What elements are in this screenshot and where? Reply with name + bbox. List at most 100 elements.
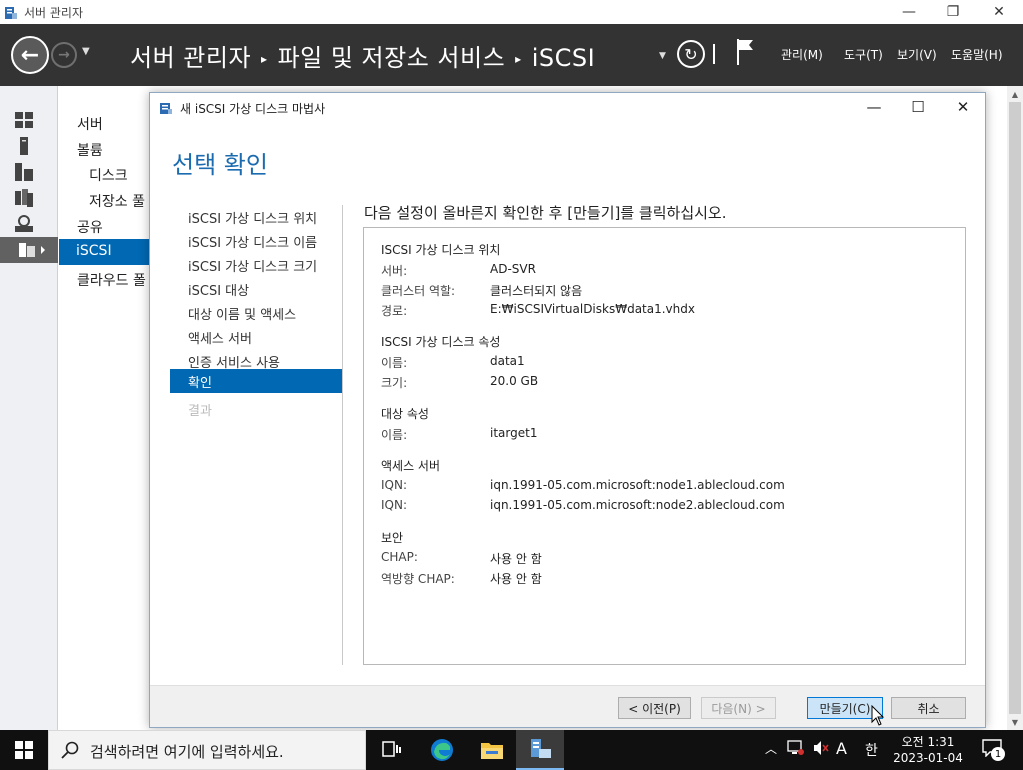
mouse-cursor-icon [871,704,885,731]
file-services-icon[interactable] [14,188,34,208]
summary-value: 클러스터되지 않음 [490,284,583,298]
breadcrumb-separator-icon: ▸ [261,52,268,66]
section-heading: 보안 [381,531,404,545]
server-manager-header: ← → ▼ 서버 관리자 ▸ 파일 및 저장소 서비스 ▸ iSCSI ▼ ↻ 관리(M… [0,24,1023,86]
nav-item-storage-pools[interactable]: 저장소 풀 [89,191,145,211]
next-button: 다음(N) > [701,697,776,719]
edge-browser-icon[interactable] [418,730,466,770]
breadcrumb-item[interactable]: 서버 관리자 [130,44,251,72]
nav-item-servers[interactable]: 서버 [77,114,103,134]
close-button[interactable]: ✕ [976,0,1022,24]
local-server-icon[interactable] [14,136,34,156]
server-manager-taskbar-icon[interactable] [516,730,564,770]
wizard-icon [159,100,173,119]
all-servers-icon[interactable] [14,162,34,182]
dialog-title: 새 iSCSI 가상 디스크 마법사 [180,102,326,116]
back-button[interactable]: ← [11,36,49,74]
network-icon[interactable] [787,740,805,760]
breadcrumb: 서버 관리자 ▸ 파일 및 저장소 서비스 ▸ iSCSI [130,38,595,73]
window-titlebar: 서버 관리자 — ❐ ✕ [0,0,1023,24]
task-view-icon[interactable] [368,730,416,770]
file-storage-services-icon[interactable] [0,237,58,263]
scroll-thumb[interactable] [1009,102,1021,714]
summary-key: IQN: [381,478,408,492]
taskbar-search-box[interactable]: 검색하려면 여기에 입력하세요. [48,730,366,770]
menu-manage[interactable]: 관리(M) [781,46,823,63]
storage-icon[interactable] [14,214,34,234]
step-disk-size[interactable]: iSCSI 가상 디스크 크기 [170,253,342,277]
dashboard-icon[interactable] [14,110,34,130]
nav-item-iscsi[interactable]: iSCSI [59,239,154,265]
file-explorer-icon[interactable] [468,730,516,770]
restore-button[interactable]: ❐ [930,0,976,24]
menu-tools[interactable]: 도구(T) [844,46,883,63]
server-manager-app-icon [4,5,18,19]
step-iscsi-target[interactable]: iSCSI 대상 [170,277,342,301]
nav-item-shares[interactable]: 공유 [77,217,103,237]
summary-value: 사용 안 함 [490,552,542,566]
summary-value: itarget1 [490,426,538,440]
step-confirmation[interactable]: 확인 [170,369,342,393]
step-access-servers[interactable]: 액세스 서버 [170,325,342,349]
dialog-close-button[interactable]: ✕ [943,95,983,119]
breadcrumb-item[interactable]: 파일 및 저장소 서비스 [278,44,506,72]
summary-key: 이름: [381,428,408,442]
chevron-up-icon[interactable]: ︿ [765,740,777,757]
taskbar: 검색하려면 여기에 입력하세요. ︿ A 한 오전 1:31 2023-01-0… [0,730,1023,770]
dialog-maximize-button[interactable]: ☐ [898,95,938,119]
summary-key: CHAP: [381,550,418,564]
step-target-name-access[interactable]: 대상 이름 및 액세스 [170,301,342,325]
cancel-button[interactable]: 취소 [891,697,966,719]
history-dropdown-icon[interactable]: ▼ [82,46,90,57]
summary-value: 20.0 GB [490,374,539,388]
icon-strip [0,86,58,730]
windows-start-icon[interactable] [0,730,48,770]
summary-key: 클러스터 역할: [381,284,456,298]
summary-key: IQN: [381,498,408,512]
nav-panel: 서버 볼륨 디스크 저장소 풀 공유 iSCSI 클라우드 폴 [59,86,154,730]
notification-center-icon[interactable]: 1 [982,739,1006,761]
summary-value: 사용 안 함 [490,572,542,586]
menu-help[interactable]: 도움말(H) [951,46,1003,63]
breadcrumb-separator-icon: ▸ [515,52,522,66]
dialog-footer: < 이전(P) 다음(N) > 만들기(C) 취소 [150,685,985,727]
chevron-down-icon[interactable]: ▼ [659,51,666,61]
dialog-minimize-button[interactable]: — [854,95,894,119]
summary-value: iqn.1991-05.com.microsoft:node1.ableclou… [490,478,785,492]
refresh-icon[interactable]: ↻ [677,40,705,68]
ime-mode-indicator[interactable]: A [836,739,847,758]
clock-date[interactable]: 2023-01-04 [891,751,965,765]
nav-item-volumes[interactable]: 볼륨 [77,140,103,160]
section-heading: ISCSI 가상 디스크 속성 [381,335,501,349]
notifications-flag-icon[interactable] [735,38,755,70]
summary-key: 서버: [381,264,408,278]
window-title: 서버 관리자 [24,6,84,20]
nav-item-disks[interactable]: 디스크 [89,165,128,185]
ime-language-indicator[interactable]: 한 [865,740,878,760]
nav-item-work-folders[interactable]: 클라우드 폴 [77,270,146,290]
search-icon [61,741,79,763]
minimize-button[interactable]: — [886,0,932,24]
summary-value: iqn.1991-05.com.microsoft:node2.ableclou… [490,498,785,512]
steps-divider [342,205,343,665]
scroll-up-icon[interactable]: ▲ [1007,86,1023,102]
step-disk-name[interactable]: iSCSI 가상 디스크 이름 [170,229,342,253]
menu-view[interactable]: 보기(V) [897,46,937,63]
summary-key: 크기: [381,376,408,390]
settings-summary: ISCSI 가상 디스크 위치 서버: AD-SVR 클러스터 역할: 클러스터… [363,227,966,665]
summary-value: E:₩iSCSIVirtualDisks₩data1.vhdx [490,302,695,316]
dialog-titlebar: 새 iSCSI 가상 디스크 마법사 — ☐ ✕ [150,93,985,121]
notification-count-badge: 1 [991,747,1005,761]
section-heading: 액세스 서버 [381,459,441,473]
scroll-down-icon[interactable]: ▼ [1007,714,1023,730]
instruction-text: 다음 설정이 올바른지 확인한 후 [만들기]를 클릭하십시오. [364,204,727,222]
forward-button[interactable]: → [51,42,77,68]
summary-value: data1 [490,354,525,368]
iscsi-wizard-dialog: 새 iSCSI 가상 디스크 마법사 — ☐ ✕ 선택 확인 iSCSI 가상 … [149,92,986,728]
step-results: 결과 [188,404,212,419]
previous-button[interactable]: < 이전(P) [618,697,691,719]
clock-time[interactable]: 오전 1:31 [900,733,956,750]
breadcrumb-item: iSCSI [531,44,596,72]
step-disk-location[interactable]: iSCSI 가상 디스크 위치 [170,205,342,229]
volume-muted-icon[interactable] [813,740,829,760]
